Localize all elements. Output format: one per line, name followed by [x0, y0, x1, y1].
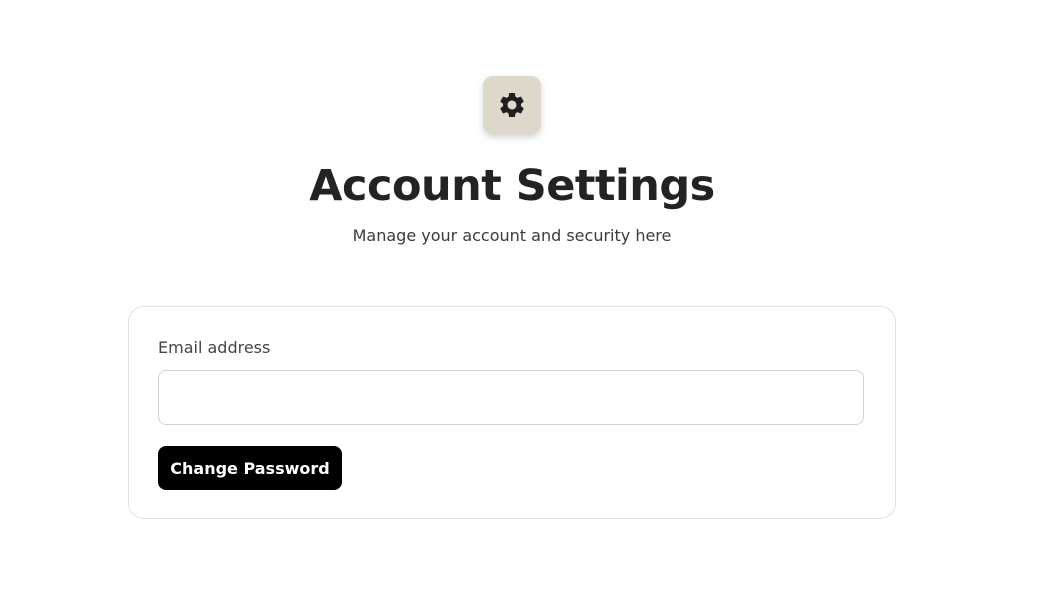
account-settings-page: Account Settings Manage your account and…: [0, 0, 1057, 598]
email-field[interactable]: [158, 370, 864, 425]
page-subtitle: Manage your account and security here: [352, 226, 672, 245]
page-title: Account Settings: [309, 161, 715, 211]
gear-icon: [497, 90, 527, 120]
settings-card: Email address Change Password: [128, 306, 896, 519]
email-label: Email address: [158, 338, 271, 357]
change-password-button[interactable]: Change Password: [158, 446, 342, 490]
settings-icon-tile: [483, 76, 541, 134]
